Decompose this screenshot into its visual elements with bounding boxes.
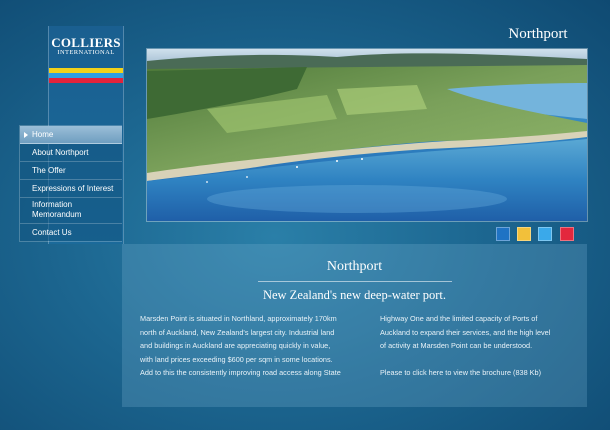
content-panel: Northport New Zealand's new deep-water p… [122,244,587,407]
swatch-blue-button[interactable] [496,227,510,241]
paragraph-right: Highway One and the limited capacity of … [380,312,570,379]
nav-item-information-memorandum[interactable]: Information Memorandum [20,198,122,224]
main-nav: Home About Northport The Offer Expressio… [19,125,122,242]
paragraph-line: and buildings in Auckland are appreciati… [140,341,331,351]
page-title: Northport [508,26,568,42]
paragraph-line: of activity at Marsden Point can be unde… [380,341,533,351]
paragraph-line: Marsden Point is situated in Northland, … [140,314,337,323]
nav-label: Home [32,130,54,139]
brochure-link[interactable]: Please to click here to view the brochur… [380,366,570,380]
nav-label: Expressions of Interest [32,184,114,193]
paragraph-line: Add to this the consistently improving r… [140,368,341,378]
nav-label: About Northport [32,148,89,157]
swatch-lightblue-button[interactable] [538,227,552,241]
content-subtitle: New Zealand's new deep-water port. [262,288,447,302]
paragraph-line: north of Auckland, New Zealand's largest… [140,327,335,337]
swatch-yellow-button[interactable] [517,227,531,241]
content-title: Northport [326,259,383,274]
aerial-photo-image [147,49,587,221]
arrow-right-icon [24,132,28,138]
logo-color-stripes [49,68,123,83]
nav-item-expressions-of-interest[interactable]: Expressions of Interest [20,180,122,198]
swatch-red-button[interactable] [560,227,574,241]
nav-label: Contact Us [32,228,72,237]
nav-label: The Offer [32,166,66,175]
paragraph-line: with land prices exceeding $600 per sqm … [140,354,333,364]
stripe-red [49,78,123,83]
colliers-logo[interactable]: COLLIERS INTERNATIONAL [49,36,123,57]
logo-name-line2: INTERNATIONAL [57,49,115,56]
nav-item-contact-us[interactable]: Contact Us [20,224,122,241]
nav-label: Information Memorandum [32,200,82,219]
logo-name-line1: COLLIERS [51,35,121,50]
paragraph-line: Auckland to expand their services, and t… [380,327,551,337]
hero-aerial-photo [146,48,588,222]
divider [258,281,452,282]
paragraph-line: Highway One and the limited capacity of … [380,314,538,323]
paragraph-left: Marsden Point is situated in Northland, … [140,312,362,380]
nav-item-home[interactable]: Home [20,126,122,144]
nav-item-about-northport[interactable]: About Northport [20,144,122,162]
nav-item-the-offer[interactable]: The Offer [20,162,122,180]
